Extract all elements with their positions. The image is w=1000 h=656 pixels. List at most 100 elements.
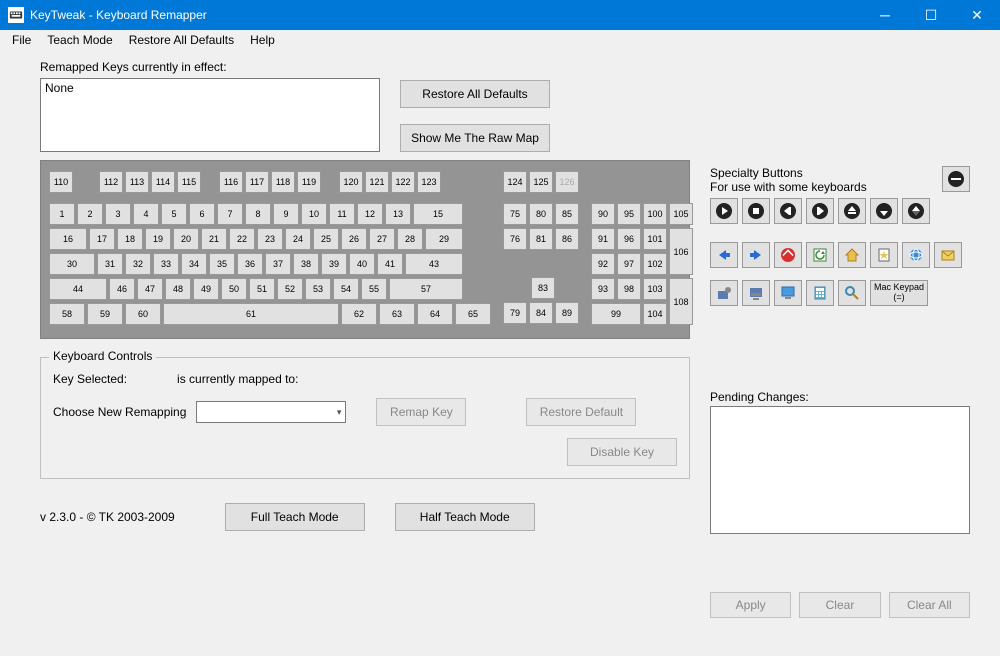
key-80[interactable]: 80 [529,203,553,225]
key-40[interactable]: 40 [349,253,375,275]
key-59[interactable]: 59 [87,303,123,325]
key-76[interactable]: 76 [503,228,527,250]
spec-web-button[interactable] [902,242,930,268]
key-126[interactable]: 126 [555,171,579,193]
key-4[interactable]: 4 [133,203,159,225]
key-96[interactable]: 96 [617,228,641,250]
key-30[interactable]: 30 [49,253,95,275]
key-65[interactable]: 65 [455,303,491,325]
spec-computer-button[interactable] [774,280,802,306]
key-58[interactable]: 58 [49,303,85,325]
key-numplus[interactable]: 106 [669,228,693,275]
key-114[interactable]: 114 [151,171,175,193]
key-60[interactable]: 60 [125,303,161,325]
key-13[interactable]: 13 [385,203,411,225]
restore-default-button[interactable]: Restore Default [526,398,636,426]
apply-button[interactable]: Apply [710,592,791,618]
key-85[interactable]: 85 [555,203,579,225]
spec-mail-button[interactable] [934,242,962,268]
key-100[interactable]: 100 [643,203,667,225]
menu-teach-mode[interactable]: Teach Mode [39,31,120,49]
key-36[interactable]: 36 [237,253,263,275]
key-92[interactable]: 92 [591,253,615,275]
key-7[interactable]: 7 [217,203,243,225]
spec-media-button[interactable] [710,280,738,306]
key-33[interactable]: 33 [153,253,179,275]
key-5[interactable]: 5 [161,203,187,225]
key-19[interactable]: 19 [145,228,171,250]
key-89[interactable]: 89 [555,302,579,324]
spec-home-button[interactable] [838,242,866,268]
key-57[interactable]: 57 [389,278,463,300]
key-16[interactable]: 16 [49,228,87,250]
spec-mycomputer-button[interactable] [742,280,770,306]
key-15[interactable]: 15 [413,203,463,225]
key-53[interactable]: 53 [305,278,331,300]
key-32[interactable]: 32 [125,253,151,275]
key-124[interactable]: 124 [503,171,527,193]
key-esc[interactable]: 110 [49,171,73,193]
spec-prev-button[interactable] [774,198,802,224]
spec-stop-button[interactable] [742,198,770,224]
spec-power-button[interactable] [942,166,970,192]
key-99[interactable]: 99 [591,303,641,325]
disable-key-button[interactable]: Disable Key [567,438,677,466]
menu-restore-all-defaults[interactable]: Restore All Defaults [121,31,242,49]
key-17[interactable]: 17 [89,228,115,250]
key-numenter[interactable]: 108 [669,278,693,325]
key-64[interactable]: 64 [417,303,453,325]
key-28[interactable]: 28 [397,228,423,250]
clear-all-button[interactable]: Clear All [889,592,970,618]
pending-changes-textbox[interactable] [710,406,970,534]
spec-next-button[interactable] [806,198,834,224]
key-38[interactable]: 38 [293,253,319,275]
key-10[interactable]: 10 [301,203,327,225]
key-1[interactable]: 1 [49,203,75,225]
key-35[interactable]: 35 [209,253,235,275]
key-26[interactable]: 26 [341,228,367,250]
key-20[interactable]: 20 [173,228,199,250]
key-9[interactable]: 9 [273,203,299,225]
spec-refresh-button[interactable] [806,242,834,268]
minimize-button[interactable]: ─ [862,0,908,30]
spec-eject-button[interactable] [838,198,866,224]
key-120[interactable]: 120 [339,171,363,193]
close-button[interactable]: ✕ [954,0,1000,30]
key-6[interactable]: 6 [189,203,215,225]
key-50[interactable]: 50 [221,278,247,300]
key-27[interactable]: 27 [369,228,395,250]
remap-key-button[interactable]: Remap Key [376,398,466,426]
key-43[interactable]: 43 [405,253,463,275]
key-up[interactable]: 83 [531,277,555,299]
half-teach-mode-button[interactable]: Half Teach Mode [395,503,535,531]
key-121[interactable]: 121 [365,171,389,193]
key-61[interactable]: 61 [163,303,339,325]
key-21[interactable]: 21 [201,228,227,250]
key-93[interactable]: 93 [591,278,615,300]
key-125[interactable]: 125 [529,171,553,193]
key-105[interactable]: 105 [669,203,693,225]
menu-file[interactable]: File [4,31,39,49]
key-49[interactable]: 49 [193,278,219,300]
key-54[interactable]: 54 [333,278,359,300]
key-8[interactable]: 8 [245,203,271,225]
key-118[interactable]: 118 [271,171,295,193]
spec-forward-button[interactable] [742,242,770,268]
key-24[interactable]: 24 [285,228,311,250]
key-123[interactable]: 123 [417,171,441,193]
key-37[interactable]: 37 [265,253,291,275]
key-25[interactable]: 25 [313,228,339,250]
key-63[interactable]: 63 [379,303,415,325]
key-119[interactable]: 119 [297,171,321,193]
key-44[interactable]: 44 [49,278,107,300]
key-48[interactable]: 48 [165,278,191,300]
maximize-button[interactable]: ☐ [908,0,954,30]
menu-help[interactable]: Help [242,31,283,49]
key-102[interactable]: 102 [643,253,667,275]
key-81[interactable]: 81 [529,228,553,250]
key-39[interactable]: 39 [321,253,347,275]
remapping-combobox[interactable]: ▾ [196,401,346,423]
spec-calculator-button[interactable] [806,280,834,306]
spec-favorites-button[interactable] [870,242,898,268]
key-11[interactable]: 11 [329,203,355,225]
